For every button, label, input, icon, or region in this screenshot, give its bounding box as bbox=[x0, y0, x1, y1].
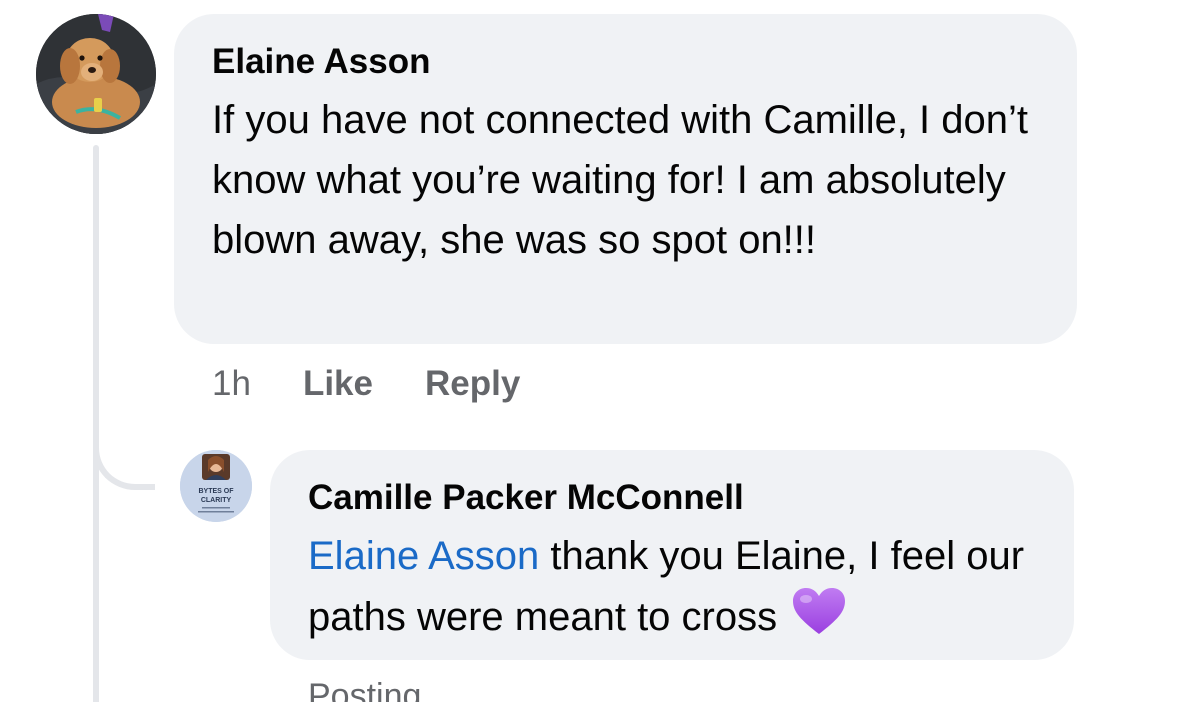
reply-button[interactable]: Reply bbox=[425, 364, 520, 404]
like-button[interactable]: Like bbox=[303, 364, 373, 404]
posting-status: Posting bbox=[308, 677, 422, 702]
avatar-badge-line2: CLARITY bbox=[201, 497, 232, 504]
comment-actions: 1h Like Reply bbox=[212, 362, 572, 406]
reply-bubble: Camille Packer McConnell Elaine Asson th… bbox=[270, 450, 1074, 660]
mention-link[interactable]: Elaine Asson bbox=[308, 534, 539, 578]
reply-author-name[interactable]: Camille Packer McConnell bbox=[308, 478, 1036, 518]
comment-text: If you have not connected with Camille, … bbox=[212, 98, 1029, 262]
avatar-badge-line1: BYTES OF bbox=[198, 488, 234, 495]
reply-text-container: Elaine Asson thank you Elaine, I feel ou… bbox=[308, 526, 1036, 653]
comment-timestamp[interactable]: 1h bbox=[212, 364, 251, 404]
bytes-of-clarity-logo-icon: BYTES OF CLARITY bbox=[180, 450, 252, 522]
purple-heart-icon bbox=[791, 586, 847, 653]
avatar-camille-packer-mcconnell[interactable]: BYTES OF CLARITY bbox=[180, 450, 252, 522]
comment-thread: Elaine Asson If you have not connected w… bbox=[0, 0, 1179, 702]
comment-bubble: Elaine Asson If you have not connected w… bbox=[174, 14, 1077, 344]
puppy-photo-icon bbox=[36, 14, 156, 134]
comment-author-name[interactable]: Elaine Asson bbox=[212, 42, 1039, 82]
avatar-elaine-asson[interactable] bbox=[36, 14, 156, 134]
thread-reply-branch bbox=[93, 420, 155, 490]
